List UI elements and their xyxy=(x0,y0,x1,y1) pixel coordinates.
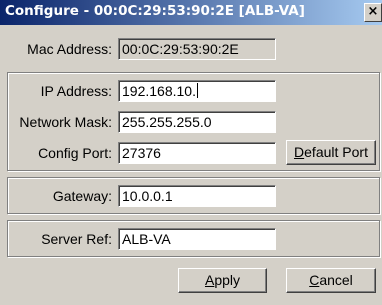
ip-address-label: IP Address: xyxy=(40,83,112,99)
mac-address-value: 00:0C:29:53:90:2E xyxy=(122,41,239,57)
gateway-value: 10.0.0.1 xyxy=(122,188,173,204)
default-port-button[interactable]: Default Port xyxy=(286,140,376,165)
apply-label: pply xyxy=(214,272,241,288)
network-mask-input[interactable]: 255.255.255.0 xyxy=(118,111,276,133)
apply-mnemonic: A xyxy=(204,272,215,288)
mac-address-label: Mac Address: xyxy=(27,41,112,57)
config-port-value: 27376 xyxy=(122,145,161,161)
close-icon: × xyxy=(367,4,379,19)
cancel-button[interactable]: Cancel xyxy=(286,268,376,293)
config-port-label: Config Port: xyxy=(38,145,112,161)
cancel-mnemonic: C xyxy=(309,272,320,288)
ip-address-value: 192.168.10. xyxy=(122,83,196,99)
apply-button[interactable]: Apply xyxy=(178,268,267,293)
mac-address-field: 00:0C:29:53:90:2E xyxy=(118,38,276,60)
server-ref-input[interactable]: ALB-VA xyxy=(118,228,276,250)
window-title: Configure - 00:0C:29:53:90:2E [ALB-VA] xyxy=(5,3,305,19)
gateway-label: Gateway: xyxy=(52,188,112,204)
ip-address-input[interactable]: 192.168.10. xyxy=(118,80,276,102)
close-button[interactable]: × xyxy=(364,3,382,22)
server-ref-label: Server Ref: xyxy=(41,231,112,247)
default-port-label: efault Port xyxy=(304,144,368,160)
title-bar: Configure - 00:0C:29:53:90:2E [ALB-VA] × xyxy=(0,0,382,25)
network-mask-label: Network Mask: xyxy=(19,114,112,130)
text-caret xyxy=(196,83,198,98)
cancel-label: ancel xyxy=(319,272,353,288)
network-mask-value: 255.255.255.0 xyxy=(122,114,212,130)
gateway-input[interactable]: 10.0.0.1 xyxy=(118,185,276,207)
config-port-input[interactable]: 27376 xyxy=(118,142,276,164)
default-port-mnemonic: D xyxy=(294,144,305,160)
server-ref-value: ALB-VA xyxy=(122,231,171,247)
